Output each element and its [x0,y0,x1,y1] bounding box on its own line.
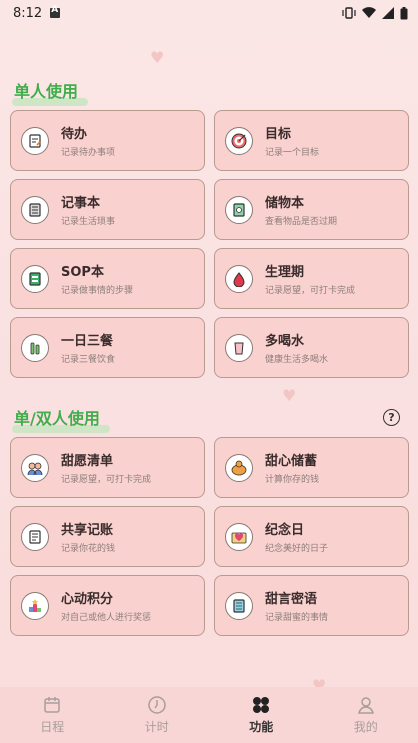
tab-timer[interactable]: 计时 [112,695,202,735]
person-icon [357,697,374,714]
card-desc: 健康生活多喝水 [265,355,329,365]
wishlist-icon [21,453,49,482]
section-title-single: 单人使用 [12,78,89,106]
card-sop[interactable]: SOP本 记录做事情的步骤 [10,248,205,309]
card-sweet-words[interactable]: 甜言密语 记录甜蜜的事情 [214,575,409,636]
vibrate-icon [342,7,356,19]
card-desc: 记录三餐饮食 [61,355,116,365]
sweet-words-icon [225,591,253,620]
card-title: 多喝水 [265,334,305,349]
card-meal[interactable]: 一日三餐 记录三餐饮食 [10,317,205,378]
shared-use-grid: 甜愿清单 记录愿望，可打卡完成 甜心储蓄 计算你存的钱 共享记账 记录你花的钱 … [10,437,409,636]
clock-icon [148,696,166,714]
card-title: 目标 [265,127,292,142]
card-title: 甜心储蓄 [265,454,318,469]
card-title: SOP本 [61,265,104,280]
card-desc: 对自己或他人进行奖惩 [61,613,152,623]
single-use-grid: 待办 记录待办事项 目标 记录一个目标 记事本 记录生活琐事 储物本 查看物品是… [10,110,409,378]
tab-label: 我的 [353,720,378,734]
bottom-tab-bar: 日程 计时 功能 我的 [0,687,418,743]
status-bar: 8:12 [0,0,418,26]
card-target[interactable]: 目标 记录一个目标 [214,110,409,171]
card-title: 一日三餐 [61,334,114,349]
card-desc: 记录做事情的步骤 [61,286,134,296]
section-title-shared: 单/双人使用 [12,405,110,433]
card-desc: 记录一个目标 [265,148,320,158]
card-title: 甜言密语 [265,592,318,607]
card-desc: 记录愿望，可打卡完成 [265,286,356,296]
wifi-icon [362,7,376,19]
card-title: 纪念日 [265,523,305,538]
card-anniversary[interactable]: 纪念日 纪念美好的日子 [214,506,409,567]
accounting-icon [21,522,49,551]
card-accounting[interactable]: 共享记账 记录你花的钱 [10,506,205,567]
card-storage[interactable]: 储物本 查看物品是否过期 [214,179,409,240]
card-desc: 记录愿望，可打卡完成 [61,475,152,485]
card-desc: 记录生活琐事 [61,217,116,227]
card-water[interactable]: 多喝水 健康生活多喝水 [214,317,409,378]
card-savings[interactable]: 甜心储蓄 计算你存的钱 [214,437,409,498]
meal-icon [21,333,49,362]
tab-features[interactable]: 功能 [216,695,306,735]
card-desc: 记录待办事项 [61,148,116,158]
card-period[interactable]: 生理期 记录愿望，可打卡完成 [214,248,409,309]
heart-decoration: ♥ [282,386,297,405]
tab-label: 计时 [144,720,169,734]
target-icon [225,126,253,155]
card-title: 甜愿清单 [61,454,114,469]
water-icon [225,333,253,362]
heart-decoration: ♥ [150,48,165,67]
card-points[interactable]: 心动积分 对自己或他人进行奖惩 [10,575,205,636]
card-desc: 查看物品是否过期 [265,217,338,227]
battery-icon [400,6,408,19]
card-title: 生理期 [265,265,305,280]
period-icon [225,264,253,293]
status-time: 8:12 [13,5,43,21]
signal-icon [382,7,394,19]
card-notebook[interactable]: 记事本 记录生活琐事 [10,179,205,240]
savings-icon [225,453,253,482]
card-wishlist[interactable]: 甜愿清单 记录愿望，可打卡完成 [10,437,205,498]
tab-label: 功能 [249,720,274,734]
card-desc: 记录你花的钱 [61,544,116,554]
card-desc: 纪念美好的日子 [265,544,329,554]
card-title: 记事本 [61,196,101,211]
tab-mine[interactable]: 我的 [321,695,411,735]
notification-icon [50,5,61,18]
card-desc: 计算你存的钱 [265,475,320,485]
notebook-icon [21,195,49,224]
card-title: 储物本 [265,196,305,211]
card-desc: 记录甜蜜的事情 [265,613,329,623]
card-title: 待办 [61,127,88,142]
storage-icon [225,195,253,224]
sop-icon [21,264,49,293]
tab-label: 日程 [40,720,65,734]
grid-icon [253,697,270,713]
calendar-icon [44,697,60,713]
anniversary-icon [225,522,253,551]
tab-schedule[interactable]: 日程 [7,695,97,735]
card-title: 共享记账 [61,523,114,538]
card-title: 心动积分 [61,592,114,607]
help-icon[interactable]: ? [383,409,400,426]
todo-icon [21,126,49,155]
card-todo[interactable]: 待办 记录待办事项 [10,110,205,171]
points-icon [21,591,49,620]
